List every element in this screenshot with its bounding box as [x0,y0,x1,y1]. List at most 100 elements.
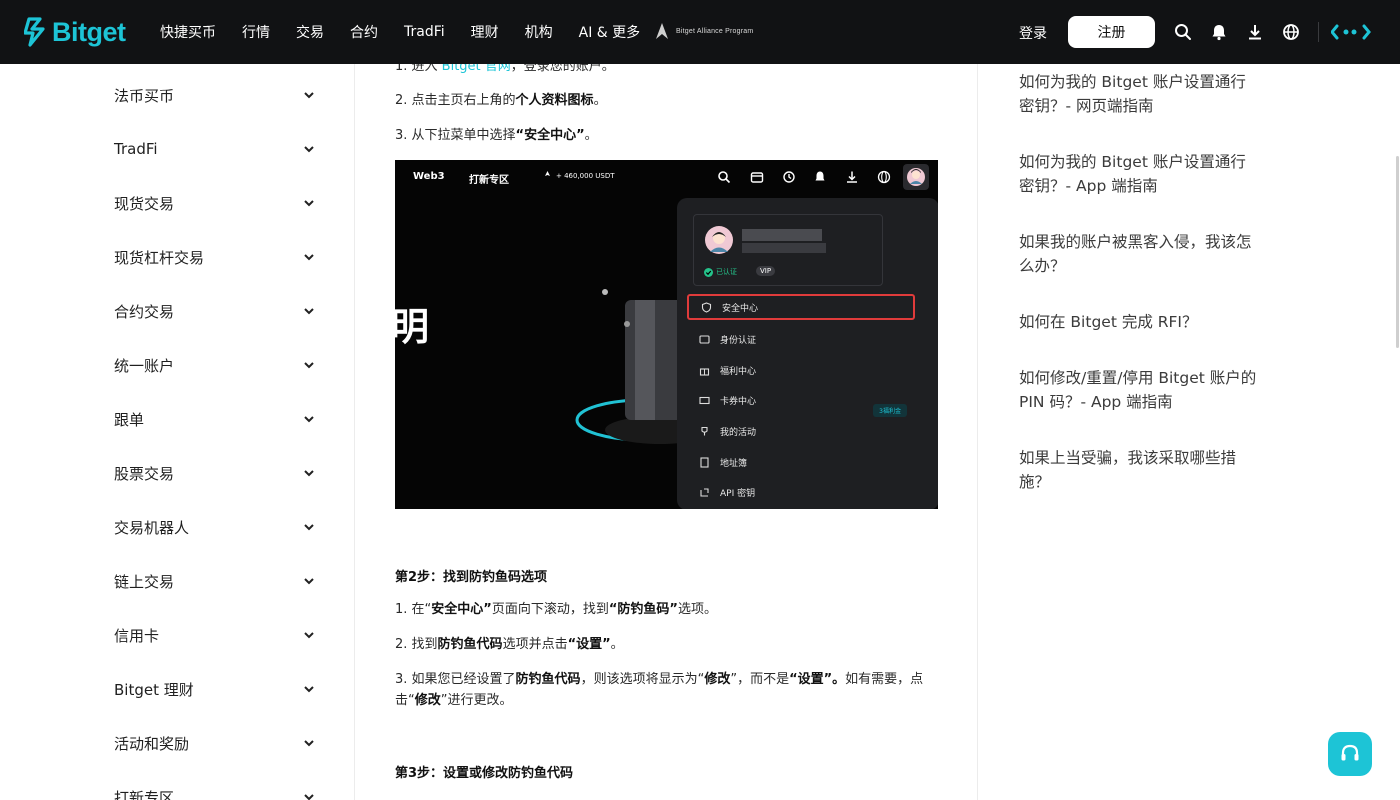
step1-line2: 2. 点击主页右上角的个人资料图标。 [395,90,940,111]
related-article-link[interactable]: 如何修改/重置/停用 Bitget 账户的 PIN 码？- App 端指南 [1019,366,1259,414]
search-icon[interactable] [1174,23,1192,41]
profile-dropdown-menu: 已认证 VIP 安全中心 身份认证 福利中心 卡券中心 我的活动 地址簿 API… [677,198,938,509]
sidebar-item-label: TradFi [114,140,158,158]
menu-item-address-book: 地址簿 [687,449,915,475]
check-circle-icon [704,267,713,277]
alliance-program-banner[interactable]: Bitget Alliance Program [654,22,753,40]
nav-trade[interactable]: 交易 [296,22,324,42]
bold-text: “防钓鱼码” [608,602,678,617]
category-sidebar: 法币买币 TradFi 现货交易 现货杠杆交易 合约交易 统一账户 跟单 股票交… [0,64,355,800]
nav-quick-buy[interactable]: 快捷买币 [160,22,216,42]
sidebar-item-fiat[interactable]: 法币买币 [114,83,314,107]
bold-text: 修改 [414,693,441,708]
text: 。 [593,93,607,108]
customer-support-button[interactable] [1328,732,1372,776]
sidebar-item-stocks[interactable]: 股票交易 [114,461,314,485]
avatar-icon [705,226,733,254]
sidebar-item-copy-trading[interactable]: 跟单 [114,407,314,431]
nav-markets[interactable]: 行情 [242,22,270,42]
menu-item-activities: 我的活动 [687,418,915,444]
sidebar-item-label: 交易机器人 [114,518,190,537]
chevron-down-icon [304,578,314,585]
related-article-link[interactable]: 如何在 Bitget 完成 RFI？ [1019,310,1259,334]
text: 。 [584,128,598,143]
bold-text: “安全中心” [515,128,585,143]
sidebar-item-events[interactable]: 活动和奖励 [114,731,314,755]
related-articles: 如何为我的 Bitget 账户设置通行密钥？- 网页端指南 如何为我的 Bitg… [978,64,1400,800]
sidebar-item-label: 法币买币 [114,86,175,105]
related-article-link[interactable]: 如何为我的 Bitget 账户设置通行密钥？- 网页端指南 [1019,70,1259,118]
sidebar-item-trading-bots[interactable]: 交易机器人 [114,515,314,539]
sidebar-item-margin[interactable]: 现货杠杆交易 [114,245,314,269]
sidebar-item-unified-account[interactable]: 统一账户 [114,353,314,377]
text: 选项并点击 [502,637,568,652]
sidebar-item-onchain[interactable]: 链上交易 [114,569,314,593]
bold-text: 个人资料图标 [515,93,594,108]
chevron-down-icon [304,200,314,207]
scrollbar-thumb[interactable] [1396,156,1399,348]
text: ”，而不是 [730,672,790,687]
text: ”进行更改。 [440,693,513,708]
screenshot-topbar: Web3 打新专区 + 460,000 USDT [395,160,938,196]
text: ，则该选项将显示为“ [580,672,705,687]
step1-line1: 1. 进入 Bitget 官网，登录您的账户。 [395,64,940,77]
globe-icon[interactable] [1282,23,1300,41]
bitget-logo-icon [24,17,45,47]
sidebar-item-earn[interactable]: Bitget 理财 [114,677,314,701]
download-icon[interactable] [1246,23,1264,41]
login-link[interactable]: 登录 [1019,23,1047,43]
text: 1. 在“ [395,602,432,617]
related-article-link[interactable]: 如果上当受骗，我该采取哪些措施？ [1019,446,1259,494]
register-button[interactable]: 注册 [1068,16,1155,48]
rewards-bonus-tag: 3福利金 [873,404,907,417]
text: ，登录您的账户。 [510,64,615,74]
sidebar-item-label: 跟单 [114,410,145,429]
sidebar-item-label: 活动和奖励 [114,734,190,753]
menu-item-label: API 密钥 [720,488,756,499]
headset-icon [1341,744,1359,761]
menu-item-security-center: 安全中心 [687,294,915,320]
step2-heading: 第2步：找到防钓鱼码选项 [395,570,548,585]
step1-line3: 3. 从下拉菜单中选择“安全中心”。 [395,125,940,146]
chevron-down-icon [304,416,314,423]
related-article-link[interactable]: 如何为我的 Bitget 账户设置通行密钥？- App 端指南 [1019,150,1259,198]
sidebar-item-launch[interactable]: 打新专区 [114,785,314,800]
screenshot-banner-char: 明 [395,296,429,351]
globe-icon [877,170,891,184]
text: 页面向下滚动，找到 [491,602,609,617]
sidebar-item-tradfi[interactable]: TradFi [114,137,314,161]
ticket-icon [699,396,710,404]
nav-tradfi[interactable]: TradFi [404,24,445,40]
shield-icon [701,301,712,313]
avatar-icon [907,168,925,186]
step3-heading: 第3步：设置或修改防钓鱼代码 [395,766,574,781]
brand-dots-icon[interactable] [1331,24,1373,40]
bold-text: “设置”。 [789,672,846,687]
sidebar-item-futures[interactable]: 合约交易 [114,299,314,323]
api-icon [700,487,709,497]
nav-futures[interactable]: 合约 [350,22,378,42]
id-card-icon [699,334,710,344]
step2-line1: 1. 在“安全中心”页面向下滚动，找到“防钓鱼码”选项。 [395,599,940,620]
nav-institutional[interactable]: 机构 [525,22,553,42]
menu-item-api-keys: API 密钥 [687,479,915,505]
article-content: 1. 进入 Bitget 官网，登录您的账户。 2. 点击主页右上角的个人资料图… [355,64,978,800]
screenshot-nav-launch: 打新专区 [469,175,509,186]
bell-icon[interactable] [1210,23,1228,41]
trophy-icon [701,426,708,435]
sidebar-item-label: 信用卡 [114,626,160,645]
nav-earn[interactable]: 理财 [471,22,499,42]
related-article-link[interactable]: 如果我的账户被黑客入侵，我该怎么办？ [1019,230,1259,278]
bitget-logo[interactable]: Bitget [24,16,126,48]
bold-text: 安全中心” [431,602,492,617]
bold-text: 防钓鱼代码 [437,637,503,652]
nav-ai-more[interactable]: AI & 更多 [579,22,641,42]
sidebar-item-card[interactable]: 信用卡 [114,623,314,647]
sidebar-item-label: 股票交易 [114,464,175,483]
bitget-site-link[interactable]: Bitget 官网 [442,64,511,74]
sidebar-item-spot[interactable]: 现货交易 [114,191,314,215]
search-icon [718,171,731,184]
rocket-icon [545,171,550,176]
sidebar-item-label: 统一账户 [114,356,175,375]
sidebar-item-label: 链上交易 [114,572,175,591]
